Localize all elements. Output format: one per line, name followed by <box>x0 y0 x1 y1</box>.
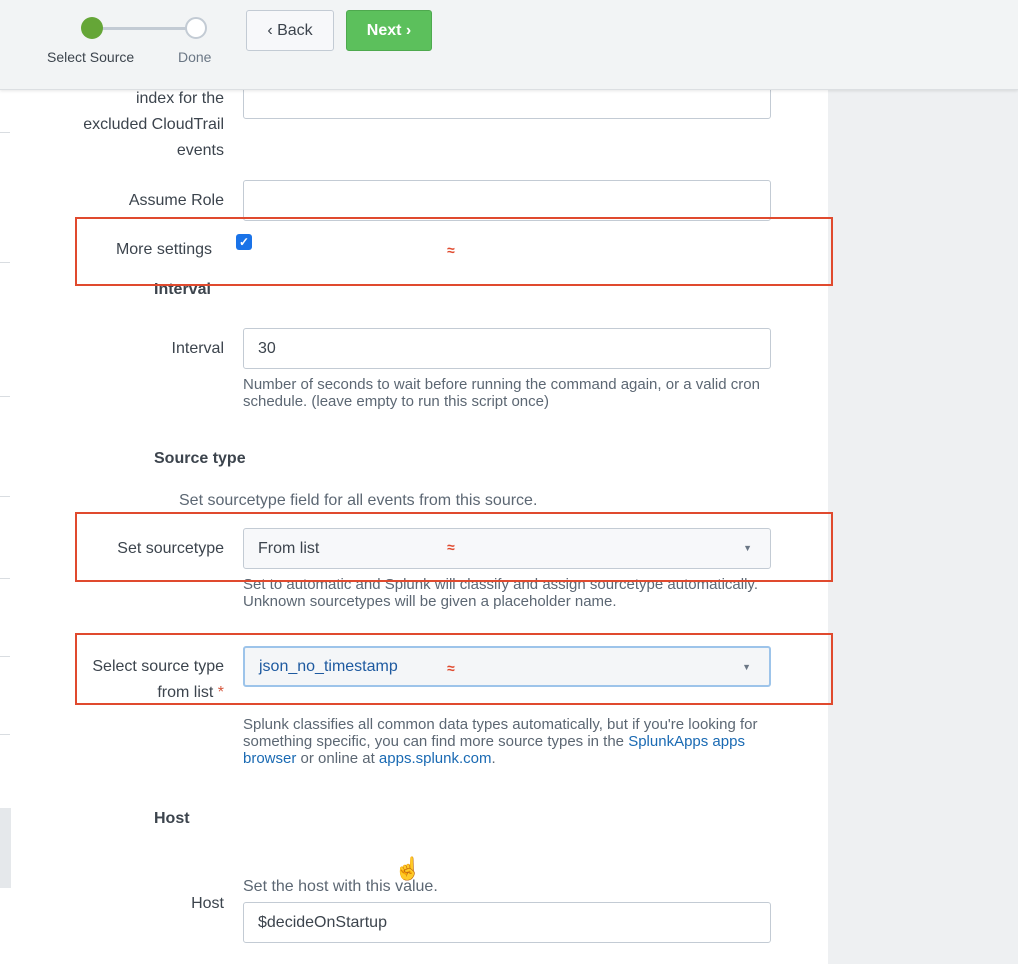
excluded-index-label: index for the excluded CloudTrail events <box>83 90 224 159</box>
left-divider <box>0 262 10 263</box>
required-mark: * <box>217 684 224 701</box>
annotation-mark: ≈ <box>447 539 455 555</box>
right-side-panel <box>828 90 1018 964</box>
annotation-mark: ≈ <box>447 242 455 258</box>
select-source-type-help: Splunk classifies all common data types … <box>243 716 758 767</box>
left-divider <box>0 396 10 397</box>
interval-input[interactable]: 30 <box>243 328 771 369</box>
source-type-description: Set sourcetype field for all events from… <box>179 492 538 509</box>
host-help: Set the host with this value. <box>243 878 438 895</box>
chevron-left-icon: ‹ <box>267 21 278 39</box>
annotation-mark: ≈ <box>447 660 455 676</box>
left-divider <box>0 578 10 579</box>
more-settings-checkbox[interactable]: ✓ <box>236 234 252 250</box>
step-select-source-dot <box>81 17 103 39</box>
host-label: Host <box>191 895 224 912</box>
host-input[interactable]: $decideOnStartup <box>243 902 771 943</box>
next-button[interactable]: Next › <box>346 10 432 51</box>
interval-section-title: Interval <box>154 281 211 298</box>
back-button[interactable]: ‹ Back <box>246 10 334 51</box>
left-scroll-block <box>0 808 11 888</box>
set-sourcetype-label: Set sourcetype <box>117 540 224 557</box>
left-divider <box>0 132 10 133</box>
host-section-title: Host <box>154 810 190 827</box>
left-divider <box>0 656 10 657</box>
back-button-label: Back <box>277 21 313 39</box>
apps-splunk-link[interactable]: apps.splunk.com <box>379 750 492 767</box>
select-source-type-value: json_no_timestamp <box>259 657 398 675</box>
interval-help: Number of seconds to wait before running… <box>243 376 760 410</box>
select-source-type-select[interactable]: json_no_timestamp ▼ <box>243 646 771 687</box>
assume-role-input[interactable] <box>243 180 771 221</box>
assume-role-label: Assume Role <box>128 192 224 209</box>
select-source-type-label: Select source type from list * <box>92 658 224 701</box>
caret-down-icon: ▼ <box>742 662 751 672</box>
next-button-label: Next <box>366 21 402 39</box>
caret-down-icon: ▼ <box>743 543 752 553</box>
step-select-source-label: Select Source <box>47 49 135 65</box>
step-done-dot <box>185 17 207 39</box>
more-settings-label: More settings <box>115 241 212 258</box>
source-type-section-title: Source type <box>154 450 246 467</box>
set-sourcetype-select[interactable]: From list ▼ <box>243 528 771 569</box>
wizard-header: Select Source Done ‹ Back Next › <box>0 0 1018 90</box>
left-divider <box>0 496 10 497</box>
hand-pointer-icon: ☝ <box>394 856 422 881</box>
left-divider <box>0 734 10 735</box>
step-progress-line <box>92 27 196 30</box>
interval-label: Interval <box>171 340 224 357</box>
chevron-right-icon: › <box>401 21 412 39</box>
checkmark-icon: ✓ <box>238 235 250 249</box>
set-sourcetype-value: From list <box>258 539 320 557</box>
set-sourcetype-help: Set to automatic and Splunk will classif… <box>243 576 758 610</box>
step-done-label: Done <box>178 49 212 65</box>
